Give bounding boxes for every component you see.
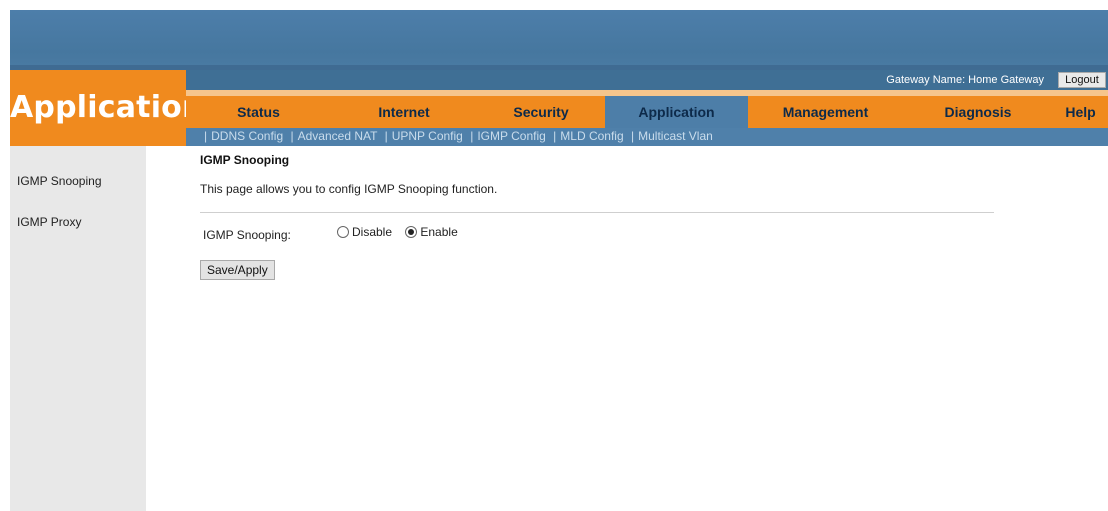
- nav-diagnosis[interactable]: Diagnosis: [903, 96, 1053, 128]
- subnav-advanced-nat[interactable]: Advanced NAT: [298, 129, 378, 143]
- brand-title: Application: [10, 90, 204, 125]
- enable-radio[interactable]: [405, 226, 418, 238]
- sub-nav: | DDNS Config | Advanced NAT | UPNP Config …: [186, 128, 1108, 146]
- nav-management[interactable]: Management: [748, 96, 903, 128]
- brand-panel: Application: [10, 70, 204, 146]
- subnav-mld-config[interactable]: MLD Config: [560, 129, 623, 143]
- disable-label: Disable: [352, 225, 393, 239]
- nav-help[interactable]: Help: [1053, 96, 1108, 128]
- main-content: IGMP Snooping This page allows you to co…: [186, 146, 1106, 511]
- igmp-snooping-radio-group: Disable Enable: [337, 225, 468, 239]
- sidebar: IGMP Snooping IGMP Proxy: [10, 146, 146, 511]
- sub-nav-separator: |: [290, 129, 294, 143]
- sub-nav-separator: |: [553, 129, 557, 143]
- top-banner: [10, 10, 1108, 70]
- nav-internet[interactable]: Internet: [331, 96, 477, 128]
- gateway-bar: Gateway Name: Home Gateway Logout: [186, 70, 1108, 90]
- disable-radio[interactable]: [337, 226, 349, 238]
- subnav-upnp-config[interactable]: UPNP Config: [392, 129, 463, 143]
- sub-nav-links: | DDNS Config | Advanced NAT | UPNP Config …: [200, 129, 713, 143]
- subnav-igmp-config[interactable]: IGMP Config: [477, 129, 545, 143]
- option-disable[interactable]: Disable: [337, 225, 392, 239]
- nav-security[interactable]: Security: [477, 96, 605, 128]
- sidebar-item-igmp-proxy[interactable]: IGMP Proxy: [17, 215, 81, 229]
- sub-nav-separator: |: [384, 129, 388, 143]
- sub-nav-separator: |: [630, 129, 635, 143]
- gateway-name: Gateway Name: Home Gateway: [886, 74, 1044, 86]
- nav-status[interactable]: Status: [186, 96, 331, 128]
- sidebar-item-igmp-snooping[interactable]: IGMP Snooping: [17, 174, 102, 188]
- igmp-snooping-label: IGMP Snooping:: [203, 228, 291, 242]
- nav-application[interactable]: Application: [605, 96, 748, 128]
- sub-nav-separator: |: [204, 129, 208, 143]
- page-description: This page allows you to config IGMP Snoo…: [200, 182, 498, 196]
- subnav-multicast-vlan[interactable]: Multicast Vlan: [638, 129, 713, 143]
- enable-label: Enable: [420, 225, 458, 239]
- main-nav: Status Internet Security Application Man…: [186, 90, 1108, 128]
- divider: [200, 212, 994, 213]
- option-enable[interactable]: Enable: [405, 225, 458, 239]
- sub-nav-separator: |: [470, 129, 474, 143]
- page-title: IGMP Snooping: [200, 153, 290, 167]
- logout-button[interactable]: Logout: [1058, 72, 1106, 88]
- save-apply-button[interactable]: Save/Apply: [200, 260, 275, 280]
- subnav-ddns-config[interactable]: DDNS Config: [211, 129, 283, 143]
